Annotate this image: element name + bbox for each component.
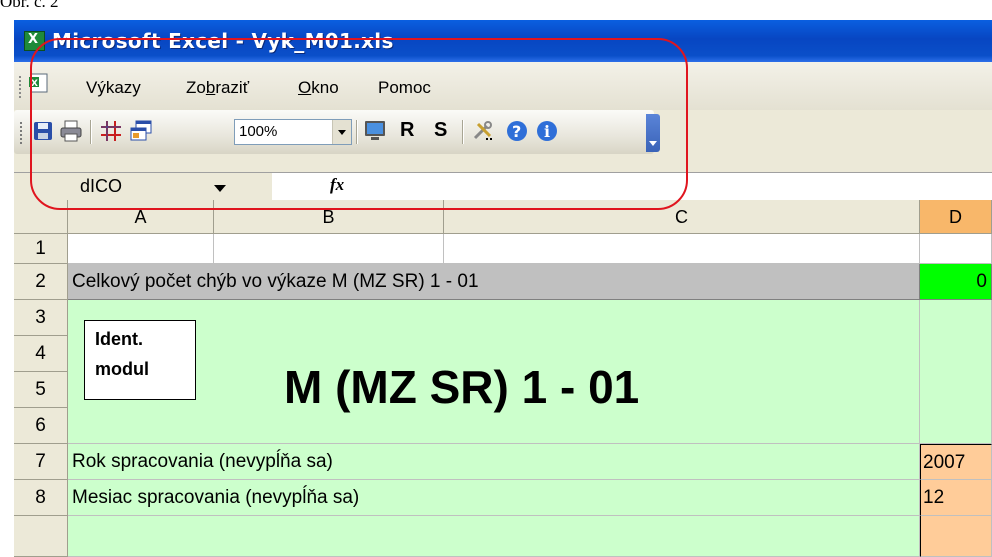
report-title: M (MZ SR) 1 - 01 — [284, 361, 640, 413]
error-count-value: 0 — [976, 271, 987, 292]
cell-d7[interactable]: 2007 — [920, 444, 992, 480]
cell-b1[interactable] — [214, 234, 444, 264]
cell-d9[interactable] — [920, 516, 992, 557]
cell-a9[interactable] — [68, 516, 920, 557]
figure-caption: Obr. č. 2 — [0, 0, 59, 11]
row-header-6[interactable]: 6 — [14, 408, 68, 444]
cell-c1[interactable] — [444, 234, 920, 264]
processing-year-value: 2007 — [923, 452, 966, 473]
processing-month-value: 12 — [923, 487, 945, 508]
row-header-2[interactable]: 2 — [14, 264, 68, 300]
processing-year-label: Rok spracovania (nevypĺňa sa) — [72, 451, 333, 472]
menu-grip-handle[interactable] — [19, 76, 24, 98]
cell-a8-merged[interactable]: Mesiac spracovania (nevypĺňa sa) — [68, 480, 920, 516]
error-count-label: Celkový počet chýb vo výkaze M (MZ SR) 1… — [72, 271, 479, 292]
cell-a2-merged[interactable]: Celkový počet chýb vo výkaze M (MZ SR) 1… — [68, 264, 920, 300]
row-header-5[interactable]: 5 — [14, 372, 68, 408]
module-label: modul — [95, 359, 149, 379]
cell-d1[interactable] — [920, 234, 992, 264]
row-header-1[interactable]: 1 — [14, 234, 68, 264]
worksheet-grid: A B C D 1 2 3 4 5 6 7 8 Celkový počet ch… — [14, 200, 992, 557]
cell-d2[interactable]: 0 — [920, 264, 992, 300]
column-header-d[interactable]: D — [920, 200, 992, 234]
row-header-3[interactable]: 3 — [14, 300, 68, 336]
ident-module-box: Ident. modul — [84, 320, 196, 400]
row-header-8[interactable]: 8 — [14, 480, 68, 516]
row-header-4[interactable]: 4 — [14, 336, 68, 372]
cell-a7-merged[interactable]: Rok spracovania (nevypĺňa sa) — [68, 444, 920, 480]
cell-d8[interactable]: 12 — [920, 480, 992, 516]
ident-label: Ident. — [95, 329, 143, 349]
row-header-7[interactable]: 7 — [14, 444, 68, 480]
annotation-highlight — [30, 38, 688, 210]
cell-a1[interactable] — [68, 234, 214, 264]
row-header-9[interactable] — [14, 516, 68, 557]
toolbar-grip-handle[interactable] — [20, 122, 25, 144]
processing-month-label: Mesiac spracovania (nevypĺňa sa) — [72, 487, 360, 508]
cell-d3-merged[interactable] — [920, 300, 992, 444]
